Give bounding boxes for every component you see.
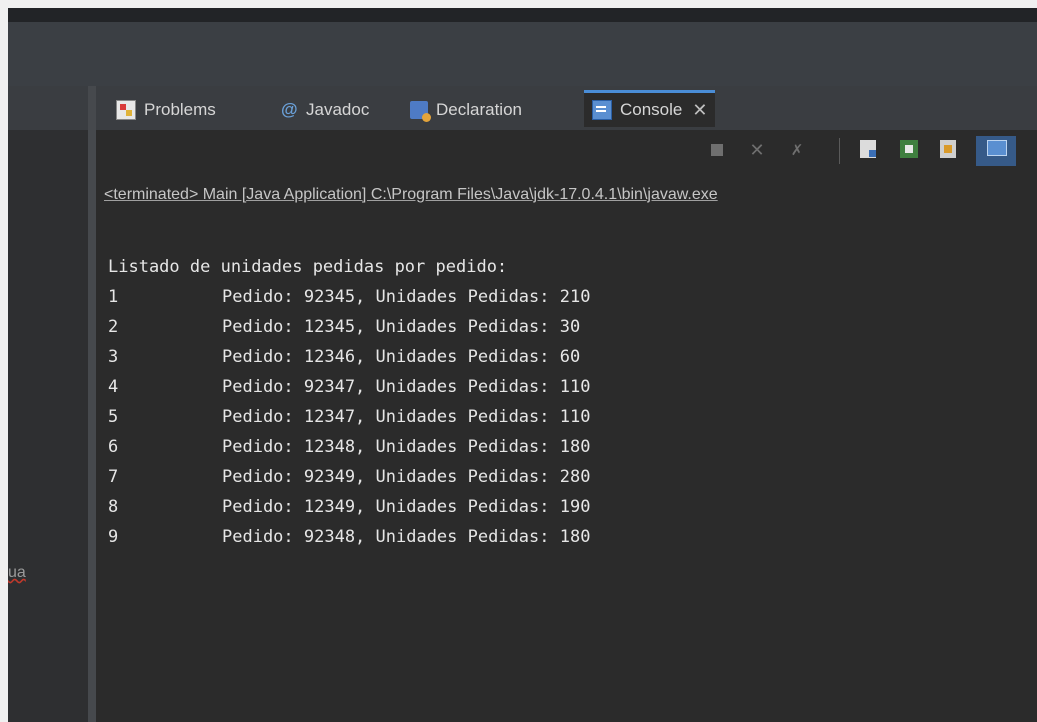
output-row: 3 Pedido: 12346, Unidades Pedidas: 60 bbox=[108, 347, 581, 367]
toolbar-separator bbox=[839, 138, 840, 164]
scroll-lock-icon[interactable] bbox=[900, 140, 918, 158]
console-icon bbox=[592, 100, 612, 120]
output-row: 5 Pedido: 12347, Unidades Pedidas: 110 bbox=[108, 407, 591, 427]
editor-text-fragment: ua bbox=[8, 564, 26, 581]
view-tab-bar: Problems @ Javadoc Declaration Console ✕ bbox=[96, 86, 1037, 130]
left-editor-panel: ua bbox=[8, 86, 88, 722]
tab-javadoc[interactable]: @ Javadoc bbox=[280, 93, 370, 127]
tab-declaration-label: Declaration bbox=[436, 100, 522, 119]
clear-console-icon[interactable] bbox=[860, 140, 876, 158]
output-row: 9 Pedido: 92348, Unidades Pedidas: 180 bbox=[108, 527, 591, 547]
remove-all-terminated-icon[interactable]: ✗ bbox=[787, 140, 807, 160]
word-wrap-icon[interactable] bbox=[940, 140, 956, 158]
console-toolbar: ✕ ✗ bbox=[96, 130, 1037, 170]
tab-problems-label: Problems bbox=[144, 100, 216, 119]
panel-splitter[interactable] bbox=[88, 86, 96, 722]
console-output: Listado de unidades pedidas por pedido: 1… bbox=[108, 252, 590, 552]
declaration-icon bbox=[410, 101, 431, 122]
display-console-icon[interactable] bbox=[987, 140, 1007, 156]
output-row: 8 Pedido: 12349, Unidades Pedidas: 190 bbox=[108, 497, 591, 517]
output-row: 7 Pedido: 92349, Unidades Pedidas: 280 bbox=[108, 467, 591, 487]
process-status-line: <terminated> Main [Java Application] C:\… bbox=[104, 186, 718, 203]
tab-problems[interactable]: Problems bbox=[116, 93, 216, 127]
main-toolbar bbox=[8, 22, 1037, 86]
tab-console-label: Console bbox=[620, 100, 683, 119]
output-heading: Listado de unidades pedidas por pedido: bbox=[108, 257, 508, 277]
left-panel-header bbox=[8, 86, 88, 130]
tab-console[interactable]: Console ✕ bbox=[584, 90, 716, 127]
close-icon[interactable]: ✕ bbox=[692, 100, 707, 121]
problems-icon bbox=[116, 100, 136, 120]
output-row: 2 Pedido: 12345, Unidades Pedidas: 30 bbox=[108, 317, 581, 337]
output-row: 6 Pedido: 12348, Unidades Pedidas: 180 bbox=[108, 437, 591, 457]
tab-declaration[interactable]: Declaration bbox=[410, 93, 522, 127]
tab-javadoc-label: Javadoc bbox=[306, 100, 370, 119]
javadoc-icon: @ bbox=[280, 100, 298, 119]
title-strip bbox=[8, 8, 1037, 22]
remove-launch-icon[interactable]: ✕ bbox=[747, 140, 767, 160]
eclipse-window: ua Problems @ Javadoc Declaration Consol… bbox=[8, 8, 1037, 722]
output-row: 4 Pedido: 92347, Unidades Pedidas: 110 bbox=[108, 377, 591, 397]
terminate-icon[interactable] bbox=[707, 140, 727, 160]
console-view: Problems @ Javadoc Declaration Console ✕… bbox=[96, 86, 1037, 722]
output-row: 1 Pedido: 92345, Unidades Pedidas: 210 bbox=[108, 287, 591, 307]
